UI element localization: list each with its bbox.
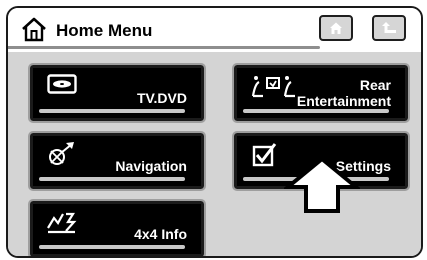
navigation-label: Navigation [115, 158, 187, 174]
return-arrow-icon [382, 22, 396, 33]
navigation-compass-icon [49, 142, 74, 165]
upward-callout-arrow-icon [284, 156, 360, 213]
rear-entertainment-button[interactable]: Rear Entertainment [232, 63, 410, 123]
tv-dvd-label: TV.DVD [136, 90, 187, 106]
home-button[interactable] [319, 15, 353, 41]
header-bar: Home Menu [8, 8, 421, 52]
tile-underline [39, 109, 185, 113]
tv-dvd-button[interactable]: TV.DVD [28, 63, 206, 123]
four-by-four-info-label: 4x4 Info [134, 226, 187, 242]
menu-panel: TV.DVD Rear Entertainment Navigation Set… [8, 52, 421, 256]
rear-seat-screen-icon [251, 76, 295, 98]
home-menu-screen: Home Menu TV.DVD Rear Entertainment Navi… [6, 6, 423, 258]
checkbox-tick-icon [252, 143, 277, 167]
tile-underline [39, 245, 185, 249]
four-by-four-info-button[interactable]: 4x4 Info [28, 199, 206, 256]
navigation-button[interactable]: Navigation [28, 131, 206, 191]
tile-underline [39, 177, 185, 181]
header-divider [8, 46, 320, 49]
dvd-disc-icon [47, 74, 77, 94]
house-outline-icon [22, 17, 46, 42]
mountain-terrain-icon [47, 212, 77, 234]
page-title: Home Menu [56, 21, 153, 40]
house-icon [330, 22, 342, 34]
back-button[interactable] [372, 15, 406, 41]
rear-entertainment-label: Rear Entertainment [296, 77, 391, 109]
tile-underline [243, 109, 389, 113]
